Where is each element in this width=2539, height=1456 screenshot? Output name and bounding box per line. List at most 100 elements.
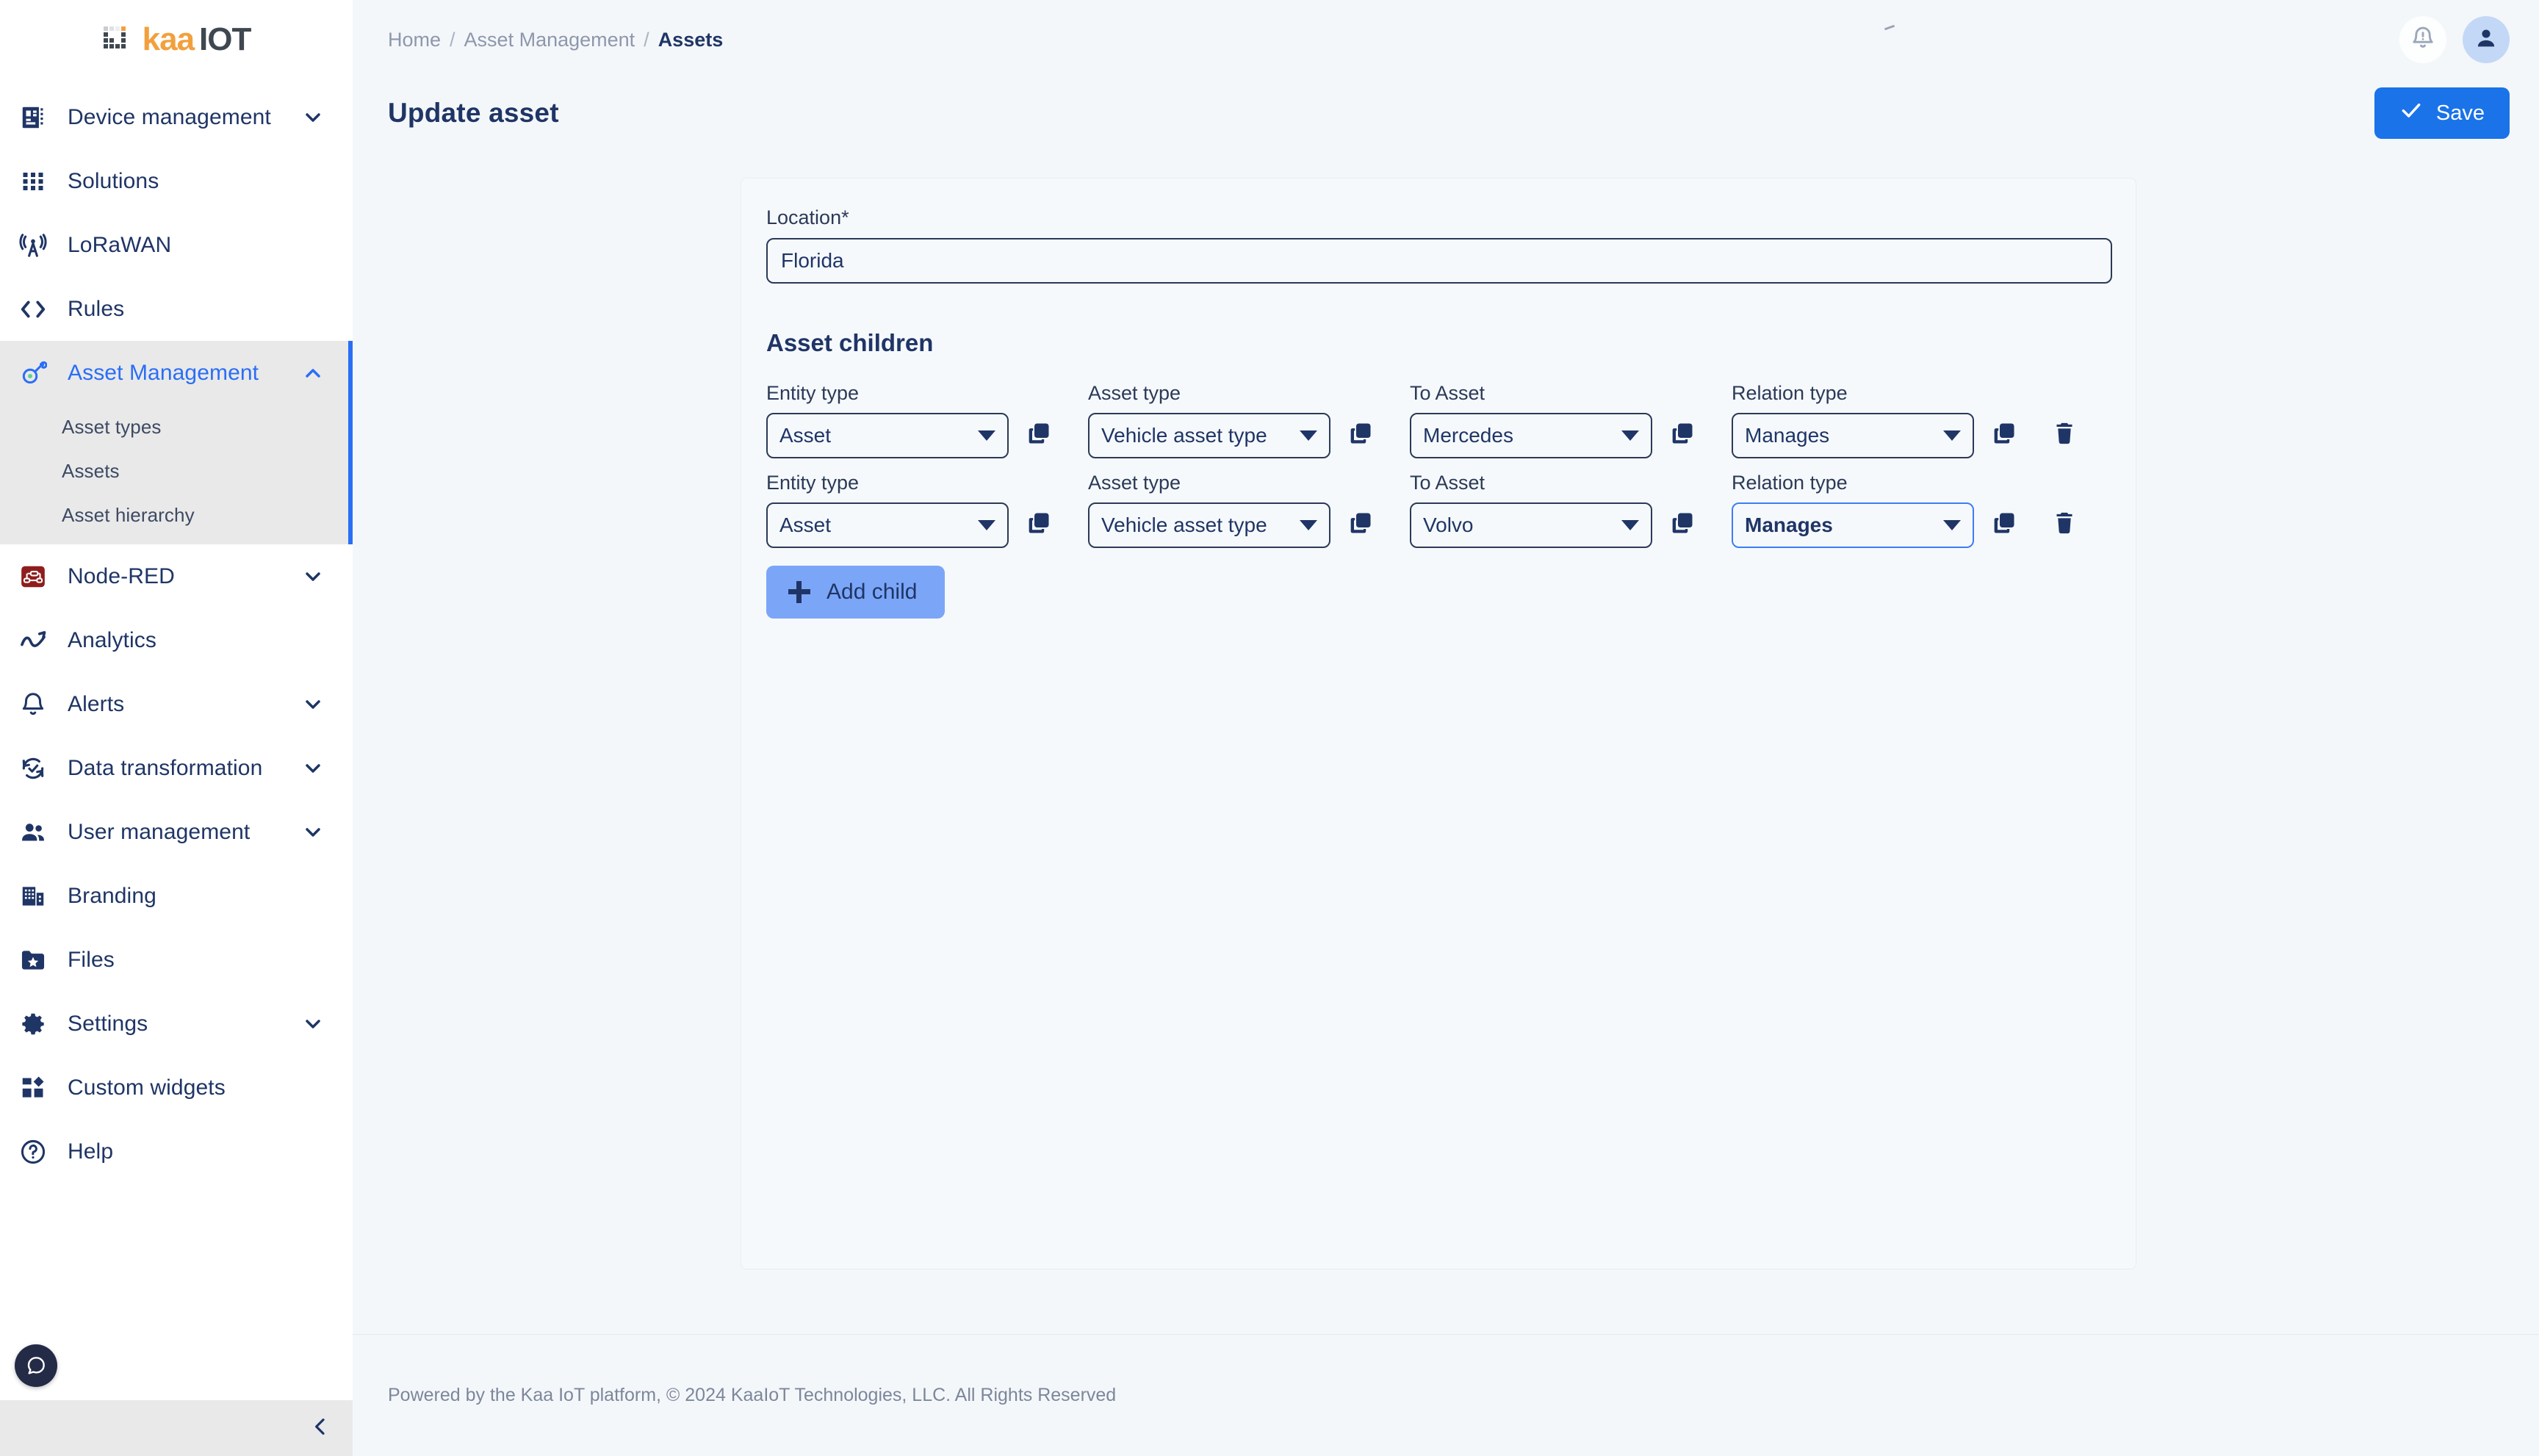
chevron-down-icon[interactable] [301,106,325,129]
rules-code-icon [16,292,50,326]
chevron-down-icon [1300,520,1317,530]
sidebar-item-custom-widgets[interactable]: Custom widgets [0,1056,353,1120]
sidebar-item-label: Alerts [68,691,125,716]
copy-icon [1347,510,1374,540]
sidebar-item-label: Custom widgets [68,1075,226,1100]
sidebar-item-label: Node-RED [68,563,175,588]
help-circle-icon [16,1135,50,1169]
relation-type-select[interactable]: Manages [1732,502,1974,548]
copy-to-asset-button[interactable] [1663,415,1702,455]
sidebar-item-settings[interactable]: Settings [0,992,353,1056]
chevron-down-icon[interactable] [301,821,325,844]
sidebar-item-alerts[interactable]: Alerts [0,672,353,736]
update-asset-card: Location* Asset children Entity type Ass… [741,178,2136,1269]
sidebar-group-help: Help [0,1120,353,1183]
copy-to-asset-button[interactable] [1663,505,1702,544]
device-management-icon [16,101,50,134]
sidebar-item-help[interactable]: Help [0,1120,353,1183]
sidebar-subitem-label: Asset hierarchy [62,503,195,526]
sidebar-group-settings: Settings [0,992,353,1056]
copy-entity-type-button[interactable] [1019,505,1059,544]
sidebar-group-rules: Rules [0,277,353,341]
sidebar-group-node-red: Node-RED [0,544,353,608]
sidebar-item-node-red[interactable]: Node-RED [0,544,353,608]
notifications-button[interactable] [2399,16,2446,63]
copy-icon [1026,510,1052,540]
delete-child-button[interactable] [2045,415,2084,455]
chevron-down-icon [1621,520,1639,530]
breadcrumb-item-home[interactable]: Home [388,29,441,51]
sidebar-item-data-transformation[interactable]: Data transformation [0,736,353,800]
user-avatar-button[interactable] [2463,16,2510,63]
sidebar-item-label: Branding [68,883,156,908]
copy-relation-type-button[interactable] [1984,505,2024,544]
sidebar-item-label: LoRaWAN [68,232,172,257]
user-management-icon [16,815,50,849]
entity-type-value: Asset [779,513,832,536]
asset-type-select[interactable]: Vehicle asset type [1088,413,1330,458]
sidebar-item-device-management[interactable]: Device management [0,85,353,149]
sidebar-item-user-management[interactable]: User management [0,800,353,864]
copy-icon [1347,420,1374,450]
sidebar-item-label: Solutions [68,168,159,193]
chevron-down-icon[interactable] [301,693,325,716]
sidebar-item-files[interactable]: Files [0,928,353,992]
relation-type-value: Manages [1745,513,1833,536]
relation-type-control: Relation type Manages [1732,472,1974,548]
user-avatar-icon [2473,25,2499,55]
kaaiot-logo[interactable]: kaa IOT [102,22,251,57]
chevron-up-icon[interactable] [301,361,325,385]
sidebar-item-assets[interactable]: Assets [0,449,353,493]
solutions-grid-icon [16,165,50,198]
sidebar-item-label: Help [68,1139,114,1164]
sidebar-item-asset-types[interactable]: Asset types [0,405,353,449]
entity-type-select[interactable]: Asset [766,502,1009,548]
sidebar-item-branding[interactable]: Branding [0,864,353,928]
sidebar-item-asset-management[interactable]: Asset Management [0,341,353,405]
sidebar-item-rules[interactable]: Rules [0,277,353,341]
asset-type-control: Asset type Vehicle asset type [1088,382,1330,458]
copy-asset-type-button[interactable] [1341,505,1380,544]
chat-bubble-icon[interactable] [15,1344,57,1387]
entity-type-select[interactable]: Asset [766,413,1009,458]
sidebar-item-lorawan[interactable]: LoRaWAN [0,213,353,277]
logo-area[interactable]: kaa IOT [0,0,353,79]
sidebar-collapse-button[interactable] [0,1400,353,1456]
asset-type-select[interactable]: Vehicle asset type [1088,502,1330,548]
sidebar-item-solutions[interactable]: Solutions [0,149,353,213]
to-asset-select[interactable]: Volvo [1410,502,1652,548]
chevron-down-icon[interactable] [301,1012,325,1036]
copy-icon [1669,510,1696,540]
sidebar-item-asset-hierarchy[interactable]: Asset hierarchy [0,493,353,537]
chevron-left-icon [309,1415,332,1442]
relation-type-label: Relation type [1732,472,1848,494]
sidebar-item-analytics[interactable]: Analytics [0,608,353,672]
relation-type-select[interactable]: Manages [1732,413,1974,458]
files-folder-icon [16,943,50,977]
to-asset-control: To Asset Mercedes [1410,382,1652,458]
custom-widgets-icon [16,1071,50,1105]
trash-delete-icon [2051,510,2078,540]
bell-alert-icon [2409,24,2437,56]
sidebar-item-label: Data transformation [68,755,263,780]
page-header: Update asset Save [353,79,2539,147]
copy-asset-type-button[interactable] [1341,415,1380,455]
to-asset-select[interactable]: Mercedes [1410,413,1652,458]
entity-type-control: Entity type Asset [766,472,1009,548]
sidebar-item-label: Settings [68,1011,148,1036]
copy-relation-type-button[interactable] [1984,415,2024,455]
asset-type-value: Vehicle asset type [1101,424,1267,447]
location-input[interactable] [766,238,2112,284]
add-child-button[interactable]: Add child [766,566,946,619]
logo-text-iot: IOT [199,21,251,57]
chevron-down-icon[interactable] [301,757,325,780]
to-asset-label: To Asset [1410,472,1485,494]
breadcrumb-item-asset-management[interactable]: Asset Management [464,29,635,51]
location-label: Location* [766,206,849,228]
save-button[interactable]: Save [2374,87,2510,139]
copy-icon [1026,420,1052,450]
sidebar-group-branding: Branding [0,864,353,928]
copy-entity-type-button[interactable] [1019,415,1059,455]
chevron-down-icon[interactable] [301,565,325,588]
delete-child-button[interactable] [2045,505,2084,544]
